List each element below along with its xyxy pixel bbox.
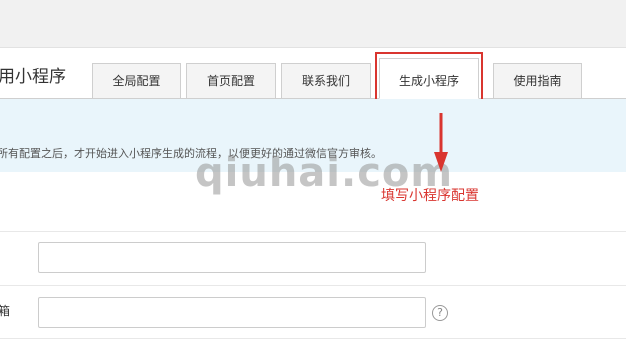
form-divider [0, 285, 626, 286]
tab-generate-miniprogram[interactable]: 生成小程序 [379, 58, 479, 99]
help-icon[interactable]: ? [432, 305, 448, 321]
notice-banner [0, 99, 626, 172]
tab-contact-us[interactable]: 联系我们 [281, 63, 371, 98]
row-label: 箱 [0, 304, 11, 318]
tab-global-config[interactable]: 全局配置 [92, 63, 181, 98]
form-divider [0, 231, 626, 232]
miniprogram-field-input[interactable] [38, 297, 426, 328]
miniprogram-name-input[interactable] [38, 242, 426, 273]
top-band [0, 0, 626, 47]
tab-home-config[interactable]: 首页配置 [186, 63, 276, 98]
notice-text: 所有配置之后，才开始进入小程序生成的流程，以便更好的通过微信官方审核。 [0, 147, 382, 160]
tab-usage-guide[interactable]: 使用指南 [493, 63, 582, 98]
annotation-label: 填写小程序配置 [381, 188, 479, 204]
form-divider [0, 338, 626, 339]
page-title: 用小程序 [0, 67, 66, 87]
